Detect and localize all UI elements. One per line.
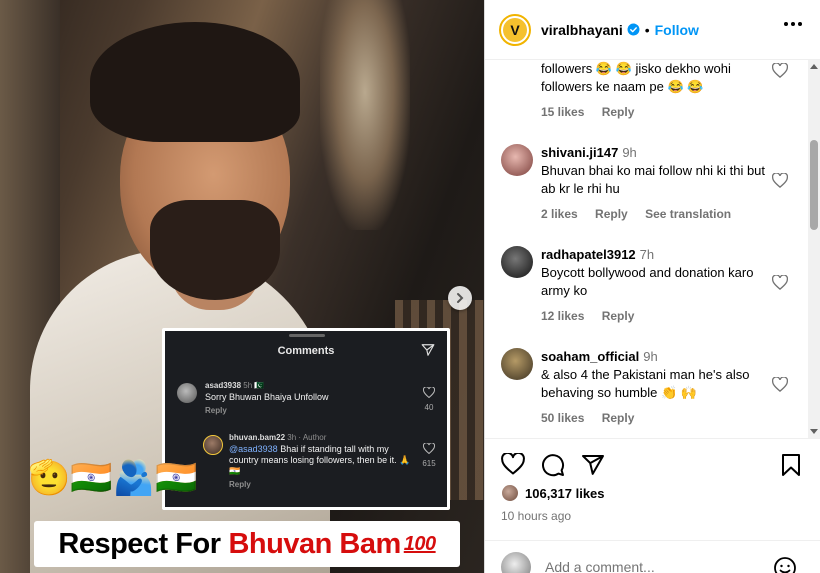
like-comment-icon[interactable] bbox=[772, 63, 788, 78]
post-sidebar: V viralbhayani • Follow followers 😂 😂 ji… bbox=[484, 0, 820, 573]
add-comment-input[interactable] bbox=[545, 559, 765, 573]
inset-author-like-count: 615 bbox=[422, 459, 436, 468]
more-options-icon[interactable] bbox=[784, 22, 802, 26]
comment-text: followers 😂 😂 jisko dekho wohi followers… bbox=[541, 61, 731, 94]
heart-icon bbox=[423, 387, 435, 398]
account-username[interactable]: viralbhayani bbox=[541, 22, 623, 38]
comment-likes[interactable]: 50 likes bbox=[541, 411, 584, 425]
comment-reply[interactable]: Reply bbox=[595, 207, 628, 221]
scrollbar-thumb[interactable] bbox=[810, 140, 818, 230]
verified-badge-icon bbox=[627, 23, 640, 36]
comment-time: 9h bbox=[643, 349, 658, 364]
comment-icon[interactable] bbox=[541, 453, 565, 477]
comment-reply[interactable]: Reply bbox=[602, 105, 635, 119]
share-icon[interactable] bbox=[581, 453, 605, 477]
inset-author-reply: bhuvan.bam22 3h · Author @asad3938 Bhai … bbox=[229, 433, 413, 489]
comments-list: followers 😂 😂 jisko dekho wohi followers… bbox=[485, 60, 820, 438]
comment-time: 9h bbox=[622, 145, 637, 160]
heart-icon bbox=[423, 443, 435, 454]
caption-banner: Respect For Bhuvan Bam 100 bbox=[34, 521, 460, 567]
save-icon[interactable] bbox=[781, 453, 801, 477]
comment-footer: 2 likes Reply See translation bbox=[541, 207, 745, 221]
comment-time: 7h bbox=[639, 247, 655, 262]
inset-author-meta: 3h · Author bbox=[287, 433, 327, 442]
see-translation[interactable]: See translation bbox=[645, 207, 731, 221]
comment-body: radhapatel3912 7h Boycott bollywood and d… bbox=[541, 246, 771, 300]
comment-body: shivani.ji147 9h Bhuvan bhai ko mai follo… bbox=[541, 144, 771, 198]
inset-author-reply-link: Reply bbox=[229, 480, 251, 489]
comment-text: & also 4 the Pakistani man he's also beh… bbox=[541, 367, 750, 400]
like-comment-icon[interactable] bbox=[772, 173, 788, 188]
banner-prefix: Respect For bbox=[58, 527, 221, 560]
comment-reply[interactable]: Reply bbox=[602, 411, 635, 425]
inset-reply: Reply bbox=[205, 406, 227, 415]
next-slide-button[interactable] bbox=[448, 286, 472, 310]
send-icon bbox=[421, 344, 435, 356]
scroll-down-arrow-icon[interactable] bbox=[810, 429, 818, 434]
likes-summary[interactable]: 106,317 likes bbox=[501, 484, 605, 502]
comment-footer: 15 likes Reply bbox=[541, 105, 648, 119]
like-icon[interactable] bbox=[501, 453, 525, 475]
comment-likes[interactable]: 12 likes bbox=[541, 309, 584, 323]
current-user-avatar bbox=[501, 552, 531, 573]
post-header: V viralbhayani • Follow bbox=[485, 0, 820, 60]
comment-reply[interactable]: Reply bbox=[602, 309, 635, 323]
comment-footer: 50 likes Reply bbox=[541, 411, 648, 425]
inset-like-count: 40 bbox=[424, 403, 434, 412]
account-avatar[interactable]: V bbox=[499, 13, 531, 46]
person-hair bbox=[90, 22, 300, 142]
inset-author-avatar bbox=[203, 435, 223, 455]
emoji-row: 🫡🇮🇳🫂🇮🇳 bbox=[28, 458, 198, 498]
comment-username[interactable]: shivani.ji147 bbox=[541, 145, 618, 160]
commenter-avatar[interactable] bbox=[501, 246, 533, 278]
comment-footer: 12 likes Reply bbox=[541, 309, 648, 323]
banner-name: Bhuvan Bam bbox=[228, 527, 401, 560]
inset-mention: @asad3938 bbox=[229, 444, 278, 454]
header-separator: • bbox=[644, 21, 650, 38]
logo-letter: V bbox=[503, 17, 527, 42]
like-comment-icon[interactable] bbox=[772, 377, 788, 392]
background-light bbox=[320, 0, 410, 230]
inset-title: Comments bbox=[277, 345, 335, 357]
comment-text: Boycott bollywood and donation karo army… bbox=[541, 265, 754, 298]
commenter-avatar[interactable] bbox=[501, 348, 533, 380]
scroll-up-arrow-icon[interactable] bbox=[810, 64, 818, 69]
post-timestamp[interactable]: 10 hours ago bbox=[501, 509, 571, 523]
chevron-right-icon bbox=[457, 293, 464, 303]
post-media: Comments asad3938 5h 🇵🇰 Sorry Bhuwan Bha… bbox=[0, 0, 484, 573]
like-comment-icon[interactable] bbox=[772, 275, 788, 290]
comment-username[interactable]: soaham_official bbox=[541, 349, 639, 364]
comment-text: Bhuvan bhai ko mai follow nhi ki thi but… bbox=[541, 163, 766, 196]
comments-screenshot: Comments asad3938 5h 🇵🇰 Sorry Bhuwan Bha… bbox=[162, 328, 450, 510]
commenter-avatar[interactable] bbox=[501, 144, 533, 176]
inset-avatar bbox=[177, 383, 197, 403]
inset-username: asad3938 bbox=[205, 381, 242, 390]
hundred-points-icon: 100 bbox=[403, 532, 436, 555]
post-actions bbox=[485, 438, 820, 488]
inset-comment: asad3938 5h 🇵🇰 Sorry Bhuwan Bhaiya Unfol… bbox=[205, 381, 415, 415]
emoji-icon[interactable] bbox=[773, 556, 797, 573]
follow-button[interactable]: Follow bbox=[655, 22, 699, 38]
sheet-handle bbox=[289, 334, 325, 337]
comment-composer bbox=[485, 540, 820, 573]
comments-scrollbar[interactable] bbox=[808, 60, 820, 438]
comment-likes[interactable]: 15 likes bbox=[541, 105, 584, 119]
inset-meta: 5h 🇵🇰 bbox=[243, 381, 265, 390]
person-beard bbox=[150, 200, 280, 300]
liker-avatar bbox=[501, 484, 519, 502]
comment-username[interactable]: radhapatel3912 bbox=[541, 247, 636, 262]
inset-author-username: bhuvan.bam22 bbox=[229, 433, 286, 442]
likes-count[interactable]: 106,317 likes bbox=[525, 486, 605, 501]
inset-comment-text: Sorry Bhuwan Bhaiya Unfollow bbox=[205, 392, 329, 402]
comment-likes[interactable]: 2 likes bbox=[541, 207, 578, 221]
comment-body: soaham_official 9h & also 4 the Pakistani… bbox=[541, 348, 771, 402]
